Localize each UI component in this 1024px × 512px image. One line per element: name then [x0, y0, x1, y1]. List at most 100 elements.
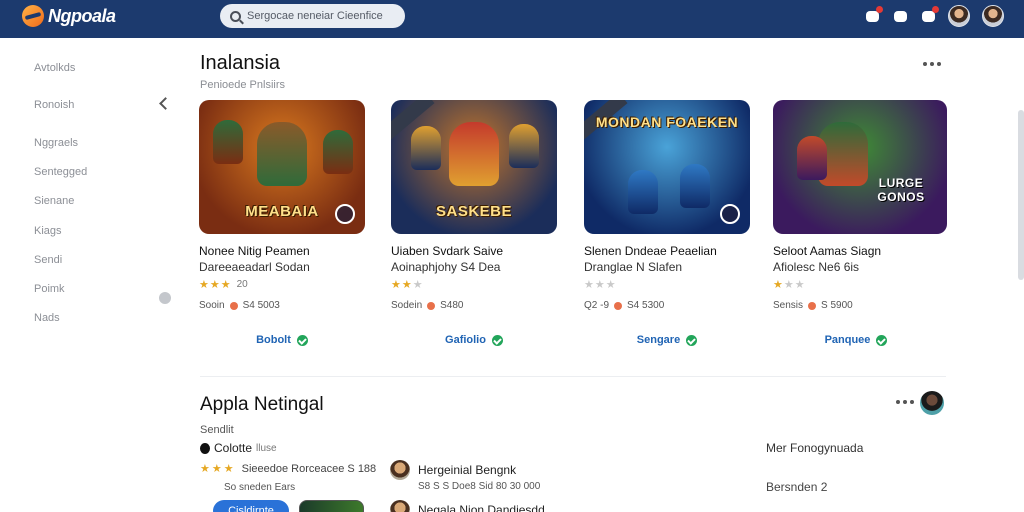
- sidebar-item[interactable]: Nads: [34, 312, 60, 324]
- game-title[interactable]: Nonee Nitig Peamen: [199, 244, 310, 258]
- profile-avatar[interactable]: [982, 5, 1004, 27]
- chat-icon[interactable]: [892, 8, 908, 24]
- sidebar-item[interactable]: Avtolkds: [34, 62, 75, 74]
- notification-dot: [876, 6, 883, 13]
- rating-text: Sieeedoe Rorceacee S 188: [241, 462, 377, 475]
- game-title[interactable]: Seloot Aamas Siagn: [773, 244, 881, 258]
- app-detail-title: Appla Netingal: [200, 394, 324, 415]
- star-rating: ★ ★ ★: [584, 278, 622, 291]
- notifications-icon[interactable]: [864, 6, 883, 24]
- sidebar-item[interactable]: Nggraels: [34, 137, 78, 149]
- star-rating: ★ ★ ★: [391, 278, 429, 291]
- game-downloads: S480: [440, 300, 464, 311]
- game-developer: Dareeaeadarl Sodan: [199, 260, 310, 274]
- app-title: Ngpoala: [48, 5, 116, 26]
- collapse-sidebar-icon[interactable]: [158, 96, 168, 110]
- section-divider: [200, 376, 946, 377]
- character-figure: [411, 126, 441, 170]
- search-bar[interactable]: Sergocae neneiar Cieenfice: [220, 4, 405, 28]
- star-empty-icon: ★: [584, 279, 594, 291]
- game-meta: Sooin S4 5003: [199, 300, 280, 311]
- character-figure: [213, 120, 243, 164]
- related-label: Mer Fonogynuada: [766, 441, 864, 455]
- game-downloads: S4 5300: [627, 300, 665, 311]
- sidebar-item[interactable]: Sendi: [34, 254, 62, 266]
- review-item[interactable]: Negala Nion Dandiesdd: [390, 500, 545, 512]
- search-icon: [230, 10, 241, 22]
- app-logo[interactable]: Ngpoala: [22, 5, 116, 27]
- star-filled-icon: ★: [401, 279, 412, 291]
- game-card[interactable]: SASKEBE Uiaben Svdark Saive Aoinaphjohy …: [391, 100, 567, 365]
- game-developer: Afiolesc Ne6 6is: [773, 260, 860, 274]
- hero-figure: [257, 122, 307, 186]
- check-icon: [296, 334, 308, 346]
- search-input[interactable]: Sergocae neneiar Cieenfice: [247, 10, 383, 22]
- check-icon: [686, 334, 698, 346]
- rating-value: 20: [236, 279, 248, 290]
- avatar[interactable]: [920, 391, 944, 415]
- star-filled-icon: ★: [199, 279, 209, 291]
- reviewer-name: Hergeinial Bengnk: [418, 463, 517, 477]
- app-detail-subtitle: Sendlit: [200, 424, 234, 436]
- game-title[interactable]: Slenen Dndeae Peaelian: [584, 244, 717, 258]
- game-logo: MONDAN FOAEKEN: [595, 114, 739, 130]
- get-button[interactable]: Bobolt: [199, 334, 365, 346]
- sidebar-item[interactable]: Sentegged: [34, 166, 87, 178]
- top-bar: Ngpoala Sergocae neneiar Cieenfice: [0, 0, 1024, 38]
- badge-icon: [335, 204, 355, 224]
- review-meta: S8 S S Doe8 Sid 80 30 000: [418, 481, 541, 492]
- sidebar-item[interactable]: Sienane: [34, 195, 74, 207]
- app-sizes: So sneden Ears: [224, 482, 296, 493]
- game-size: Sodein: [391, 300, 423, 311]
- sidebar-handle[interactable]: [159, 292, 171, 304]
- star-empty-icon: ★: [412, 279, 423, 291]
- game-thumbnail[interactable]: LURGE GONOS: [773, 100, 947, 234]
- game-developer: Aoinaphjohy S4 Dea: [391, 260, 501, 274]
- action-label: Sengare: [636, 334, 681, 346]
- action-label: Panquee: [824, 334, 871, 346]
- sidebar-item[interactable]: Poimk: [34, 283, 65, 295]
- get-button[interactable]: Gafiolio: [391, 334, 557, 346]
- sidebar-item[interactable]: Kiags: [34, 225, 62, 237]
- avatar[interactable]: [948, 5, 970, 27]
- star-filled-icon: ★: [391, 279, 401, 291]
- game-thumbnail[interactable]: MEABAIA: [199, 100, 365, 234]
- download-icon: [808, 301, 817, 310]
- character-figure: [680, 164, 710, 208]
- review-item[interactable]: Hergeinial Bengnk: [390, 460, 516, 480]
- star-filled-icon: ★: [209, 279, 220, 291]
- star-empty-icon: ★: [594, 279, 605, 291]
- page-scrollbar[interactable]: [1018, 110, 1024, 280]
- game-preview-button[interactable]: [299, 500, 364, 512]
- game-meta: Sensis S 5900: [773, 300, 853, 311]
- sidebar-item[interactable]: Ronoish: [34, 99, 74, 111]
- game-thumbnail[interactable]: SASKEBE: [391, 100, 557, 234]
- get-button[interactable]: Sengare: [584, 334, 750, 346]
- game-thumbnail[interactable]: MONDAN FOAEKEN: [584, 100, 750, 234]
- hero-figure: [449, 122, 499, 186]
- game-downloads: S4 5003: [242, 300, 280, 311]
- more-options-icon[interactable]: [896, 400, 916, 406]
- logo-mark-icon: [22, 5, 44, 27]
- star-filled-icon: ★: [200, 463, 210, 475]
- star-filled-icon: ★: [211, 463, 222, 475]
- character-figure: [628, 170, 658, 214]
- character-figure: [323, 130, 353, 174]
- install-button[interactable]: Cisldirnte: [213, 500, 289, 512]
- messages-icon[interactable]: [920, 6, 939, 24]
- star-rating: ★ ★ ★: [773, 278, 811, 291]
- game-meta: Sodein S480: [391, 300, 464, 311]
- game-card[interactable]: MONDAN FOAEKEN Slenen Dndeae Peaelian Dr…: [584, 100, 760, 365]
- game-meta: Q2 -9 S4 5300: [584, 300, 664, 311]
- star-rating: ★ ★ ★ 20: [199, 278, 248, 291]
- game-card[interactable]: MEABAIA Nonee Nitig Peamen Dareeaeadarl …: [199, 100, 375, 365]
- check-icon: [876, 334, 888, 346]
- get-button[interactable]: Panquee: [773, 334, 939, 346]
- game-card[interactable]: LURGE GONOS Seloot Aamas Siagn Afiolesc …: [773, 100, 949, 365]
- reviewer-avatar: [390, 500, 410, 512]
- game-size: Sooin: [199, 300, 225, 311]
- star-filled-icon: ★: [220, 279, 231, 291]
- category-label: Colotte: [214, 441, 253, 455]
- more-options-icon[interactable]: [923, 62, 943, 68]
- game-title[interactable]: Uiaben Svdark Saive: [391, 244, 503, 258]
